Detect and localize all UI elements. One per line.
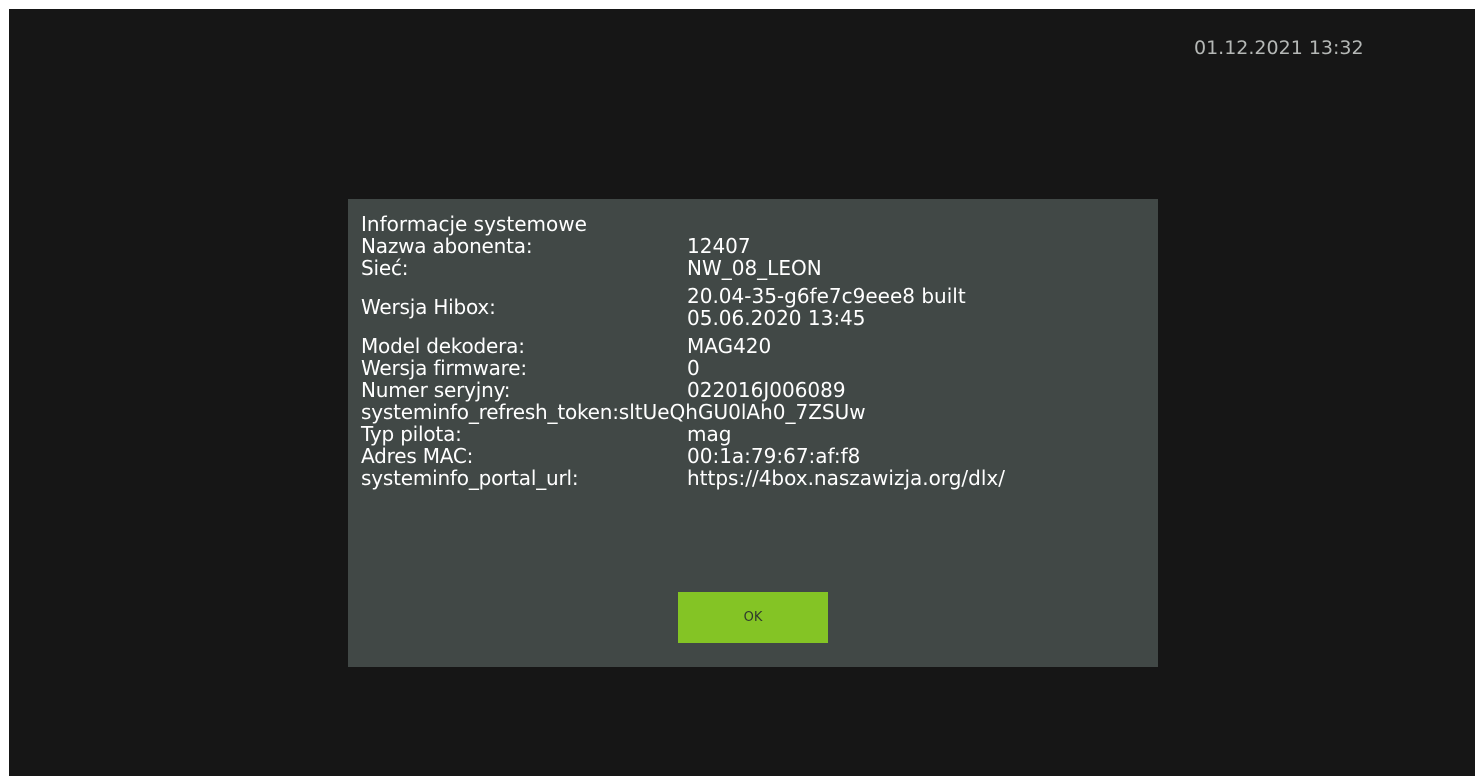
info-value: 0 — [687, 356, 700, 380]
info-label: Sieć: — [361, 256, 409, 280]
info-value-line: 20.04-35-g6fe7c9eee8 built — [687, 284, 966, 308]
info-row-subscriber-name: Nazwa abonenta: 12407 — [361, 235, 1141, 257]
info-value: sltUeQhGU0lAh0_7ZSUw — [618, 400, 866, 424]
info-row-firmware-version: Wersja firmware: 0 — [361, 357, 1141, 379]
info-value-line: 05.06.2020 13:45 — [687, 306, 866, 330]
info-value: 00:1a:79:67:af:f8 — [687, 444, 861, 468]
info-value: MAG420 — [687, 334, 772, 358]
info-value: https://4box.naszawizja.org/dlx/ — [687, 466, 1005, 490]
info-label: Nazwa abonenta: — [361, 234, 533, 258]
info-label: systeminfo_refresh_token: — [361, 400, 619, 424]
info-row-remote-type: Typ pilota: mag — [361, 423, 1141, 445]
info-label: Wersja Hibox: — [361, 295, 496, 319]
info-label: systeminfo_portal_url: — [361, 466, 579, 490]
info-list: Nazwa abonenta: 12407 Sieć: NW_08_LEON W… — [361, 235, 1141, 489]
info-row-network: Sieć: NW_08_LEON — [361, 257, 1141, 279]
dialog-title: Informacje systemowe — [361, 212, 587, 236]
info-row-decoder-model: Model dekodera: MAG420 — [361, 335, 1141, 357]
info-value: 022016J006089 — [687, 378, 846, 402]
info-label: Numer seryjny: — [361, 378, 511, 402]
info-value: 12407 — [687, 234, 751, 258]
info-value: mag — [687, 422, 732, 446]
system-info-dialog: Informacje systemowe Nazwa abonenta: 124… — [348, 199, 1158, 667]
info-row-serial-number: Numer seryjny: 022016J006089 — [361, 379, 1141, 401]
info-row-mac-address: Adres MAC: 00:1a:79:67:af:f8 — [361, 445, 1141, 467]
info-row-hibox-version: Wersja Hibox: 20.04-35-g6fe7c9eee8 built… — [361, 279, 1141, 335]
clock: 01.12.2021 13:32 — [1194, 37, 1364, 59]
info-label: Wersja firmware: — [361, 356, 527, 380]
info-label: Typ pilota: — [361, 422, 462, 446]
info-value: 20.04-35-g6fe7c9eee8 built 05.06.2020 13… — [687, 285, 1141, 329]
info-label: Model dekodera: — [361, 334, 525, 358]
tv-screen: 01.12.2021 13:32 Informacje systemowe Na… — [9, 9, 1475, 776]
ok-button[interactable]: OK — [678, 592, 828, 643]
info-value: NW_08_LEON — [687, 256, 822, 280]
info-row-refresh-token: systeminfo_refresh_token: sltUeQhGU0lAh0… — [361, 401, 1141, 423]
info-label: Adres MAC: — [361, 444, 474, 468]
info-row-portal-url: systeminfo_portal_url: https://4box.nasz… — [361, 467, 1141, 489]
